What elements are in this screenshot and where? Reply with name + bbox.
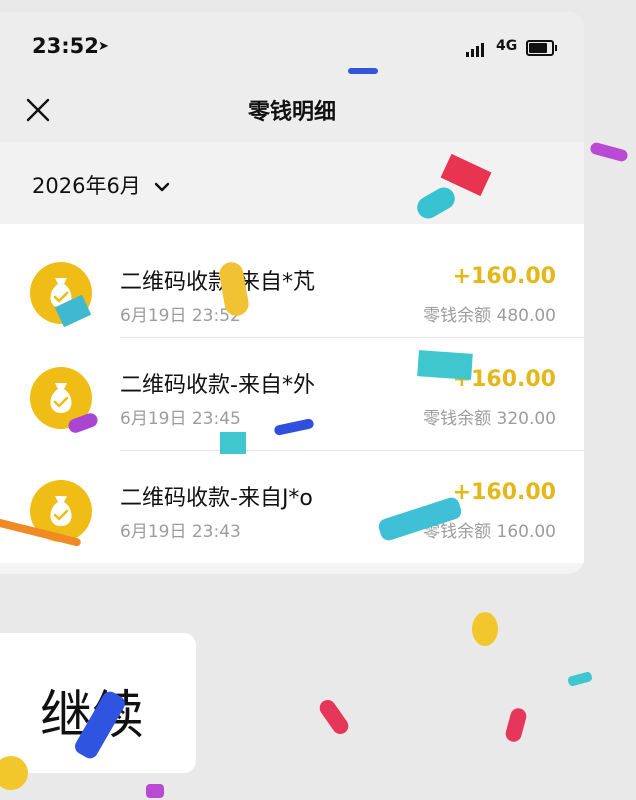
- confetti-red: [316, 696, 352, 738]
- month-filter-bar: 2026年6月: [0, 142, 584, 224]
- transaction-time: 6月19日 23:52: [120, 306, 241, 326]
- continue-button[interactable]: 继续: [0, 633, 196, 773]
- month-picker[interactable]: 2026年6月: [32, 170, 170, 200]
- chevron-down-icon: [154, 182, 169, 192]
- transaction-balance: 零钱余额 320.00: [423, 409, 556, 429]
- confetti-red: [503, 706, 529, 744]
- transaction-title: 二维码收款-来自J*o: [120, 486, 313, 511]
- transaction-amount: +160.00: [452, 480, 556, 505]
- transaction-row[interactable]: 二维码收款-来自J*o 6月19日 23:43 +160.00 零钱余额 160…: [0, 450, 584, 563]
- wallet-screen: 23:52 ➤ 4G 零钱明细 2026年6月 二维码收款-来自*芃 6月19日…: [0, 12, 584, 574]
- transaction-title: 二维码收款-来自*芃: [120, 270, 315, 295]
- money-bag-icon: [30, 480, 92, 542]
- confetti-purple: [146, 784, 164, 798]
- status-bar: 23:52 ➤ 4G: [0, 12, 584, 72]
- confetti-yellow: [472, 612, 498, 646]
- confetti-cyan: [567, 671, 593, 687]
- transaction-list: 二维码收款-来自*芃 6月19日 23:52 +160.00 零钱余额 480.…: [0, 224, 584, 563]
- transaction-amount: +160.00: [452, 367, 556, 392]
- money-bag-icon: [30, 262, 92, 324]
- transaction-row[interactable]: 二维码收款-来自*芃 6月19日 23:52 +160.00 零钱余额 480.…: [0, 224, 584, 337]
- confetti-purple: [589, 141, 629, 163]
- money-bag-icon: [30, 367, 92, 429]
- transaction-title: 二维码收款-来自*外: [120, 373, 315, 398]
- page-title: 零钱明细: [247, 100, 336, 125]
- transaction-balance: 零钱余额 480.00: [423, 306, 556, 326]
- transaction-balance: 零钱余额 160.00: [423, 522, 556, 542]
- transaction-row[interactable]: 二维码收款-来自*外 6月19日 23:45 +160.00 零钱余额 320.…: [0, 337, 584, 450]
- continue-label: 继续: [40, 686, 145, 746]
- location-arrow-icon: ➤: [98, 39, 109, 54]
- network-type: 4G: [496, 38, 518, 54]
- status-time: 23:52: [32, 34, 99, 58]
- nav-bar: 零钱明细: [0, 72, 584, 142]
- signal-icon: [466, 38, 486, 57]
- transaction-time: 6月19日 23:45: [120, 409, 241, 429]
- transaction-amount: +160.00: [452, 264, 556, 289]
- battery-icon: [526, 40, 557, 56]
- transaction-time: 6月19日 23:43: [120, 522, 241, 542]
- month-label: 2026年6月: [32, 174, 141, 198]
